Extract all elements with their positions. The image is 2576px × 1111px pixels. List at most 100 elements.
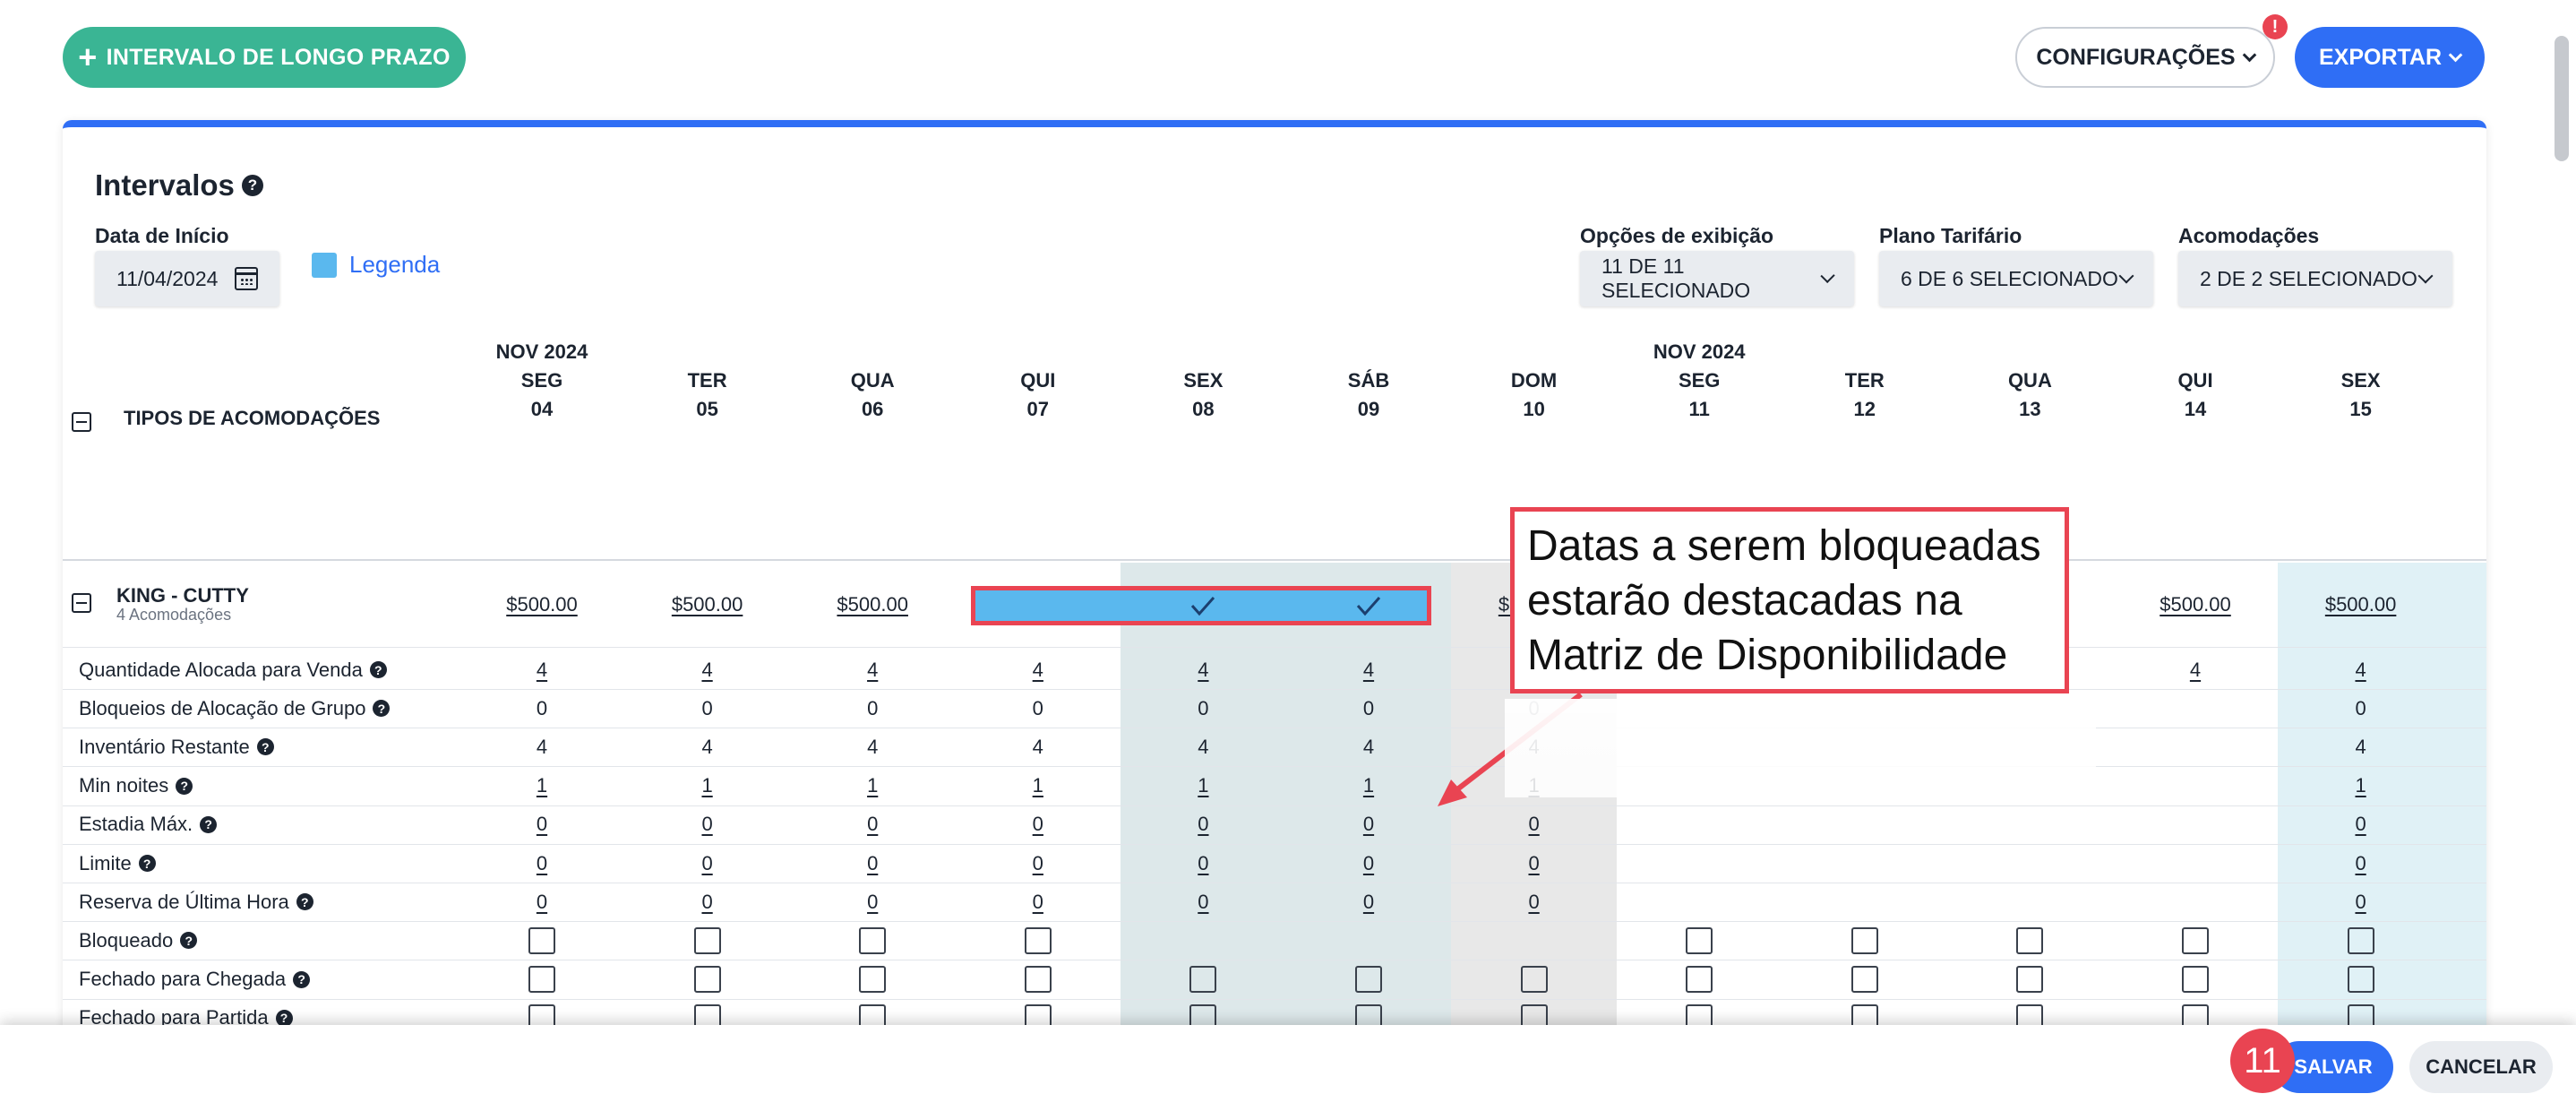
value-cell[interactable]: 0 — [2454, 805, 2486, 844]
help-icon[interactable]: ? — [200, 815, 218, 833]
blocked-checkbox[interactable] — [2016, 926, 2044, 954]
value-cell[interactable]: 0 — [1463, 844, 1606, 883]
value-cell[interactable]: 1 — [801, 767, 944, 805]
help-icon[interactable]: ? — [241, 175, 263, 196]
help-icon[interactable]: ? — [369, 661, 387, 678]
help-icon[interactable]: ? — [176, 777, 193, 795]
start-date-input[interactable]: 11/04/2024 — [95, 251, 279, 306]
collapse-room-icon[interactable] — [72, 593, 91, 613]
value-cell[interactable]: 1 — [2289, 767, 2433, 805]
collapse-all-icon[interactable] — [72, 412, 91, 432]
room-price-cell[interactable]: $500.00 — [2124, 585, 2267, 624]
display-options-select[interactable]: 11 DE 11 SELECIONADO — [1580, 251, 1854, 306]
value-cell[interactable]: 4 — [470, 650, 614, 689]
value-cell[interactable]: 0 — [636, 844, 779, 883]
value-cell[interactable]: 0 — [1297, 883, 1440, 921]
help-icon[interactable]: ? — [256, 738, 274, 756]
blocked-checkbox[interactable] — [2347, 926, 2374, 954]
value-cell[interactable]: 0 — [2289, 805, 2433, 844]
value-cell[interactable]: 4 — [2289, 650, 2433, 689]
value-cell[interactable]: 0 — [801, 844, 944, 883]
closed-arrival-checkbox[interactable] — [1686, 966, 1713, 994]
value-cell[interactable]: 0 — [966, 883, 1110, 921]
value-cell[interactable]: 1 — [470, 767, 614, 805]
rooms-select[interactable]: 2 DE 2 SELECIONADO — [2178, 251, 2452, 306]
room-price-cell[interactable]: $500.00 — [2454, 585, 2486, 624]
room-price-cell[interactable]: $500.00 — [801, 585, 944, 624]
help-icon[interactable]: ? — [275, 1009, 293, 1027]
closed-arrival-checkbox[interactable] — [1520, 966, 1548, 994]
blocked-checkbox[interactable] — [1686, 926, 1713, 954]
closed-arrival-checkbox[interactable] — [528, 966, 555, 994]
closed-arrival-checkbox[interactable] — [1189, 966, 1217, 994]
day-number: 06 — [861, 398, 884, 420]
value-cell[interactable]: 1 — [636, 767, 779, 805]
value-cell[interactable]: 0 — [1463, 805, 1606, 844]
rate-plan-select[interactable]: 6 DE 6 SELECIONADO — [1879, 251, 2153, 306]
value-cell[interactable]: 0 — [1463, 883, 1606, 921]
closed-arrival-checkbox[interactable] — [2016, 966, 2044, 994]
help-icon[interactable]: ? — [296, 893, 313, 911]
value-cell[interactable]: 4 — [1131, 650, 1275, 689]
value-cell[interactable]: 0 — [1297, 805, 1440, 844]
closed-arrival-checkbox[interactable] — [1024, 966, 1052, 994]
legend-link[interactable]: Legenda — [312, 251, 440, 279]
value-cell[interactable]: 4 — [801, 650, 944, 689]
value-cell[interactable]: 4 — [636, 650, 779, 689]
room-price-cell[interactable]: $500.00 — [636, 585, 779, 624]
value-cell[interactable]: 0 — [2454, 844, 2486, 883]
closed-arrival-checkbox[interactable] — [693, 966, 721, 994]
value-cell[interactable]: 0 — [1131, 805, 1275, 844]
value-cell[interactable]: 0 — [636, 883, 779, 921]
help-icon[interactable]: ? — [373, 700, 391, 718]
cell-value: 0 — [1198, 813, 1209, 836]
settings-button[interactable]: CONFIGURAÇÕES — [2015, 27, 2275, 88]
value-cell[interactable]: 1 — [1297, 767, 1440, 805]
value-cell[interactable]: 0 — [1297, 844, 1440, 883]
closed-arrival-checkbox[interactable] — [1355, 966, 1382, 994]
blocked-checkbox[interactable] — [2182, 926, 2209, 954]
page-scrollbar[interactable] — [2555, 36, 2569, 161]
value-cell[interactable]: 0 — [470, 844, 614, 883]
value-cell[interactable]: 4 — [1297, 650, 1440, 689]
value-cell[interactable]: 4 — [2454, 650, 2486, 689]
blocked-checkbox[interactable] — [1850, 926, 1878, 954]
value-cell[interactable]: 1 — [2454, 767, 2486, 805]
blocked-checkbox[interactable] — [693, 926, 721, 954]
add-long-term-interval-button[interactable]: + INTERVALO DE LONGO PRAZO — [63, 27, 466, 88]
value-cell[interactable]: 0 — [2289, 844, 2433, 883]
blocked-checkbox[interactable] — [1024, 926, 1052, 954]
help-icon[interactable]: ? — [180, 932, 198, 950]
room-price-cell[interactable]: $500.00 — [2289, 585, 2433, 624]
export-button[interactable]: EXPORTAR — [2295, 27, 2485, 88]
room-price-cell[interactable]: $500.00 — [470, 585, 614, 624]
value-cell[interactable]: 0 — [966, 844, 1110, 883]
calendar-icon[interactable] — [235, 267, 258, 290]
value-cell[interactable]: 0 — [801, 883, 944, 921]
value-cell[interactable]: 0 — [636, 805, 779, 844]
value-cell[interactable]: 4 — [966, 650, 1110, 689]
value-cell[interactable]: 0 — [966, 805, 1110, 844]
value-cell[interactable]: 0 — [1131, 844, 1275, 883]
cancel-button[interactable]: CANCELAR — [2409, 1041, 2553, 1093]
value-cell[interactable]: 4 — [2124, 650, 2267, 689]
value-cell[interactable]: 0 — [1131, 883, 1275, 921]
display-options-label: Opções de exibição — [1580, 224, 1774, 247]
closed-arrival-checkbox[interactable] — [1850, 966, 1878, 994]
value-cell[interactable]: 0 — [470, 805, 614, 844]
blocked-checkbox[interactable] — [859, 926, 887, 954]
value-cell[interactable]: 0 — [2454, 883, 2486, 921]
blocked-checkbox[interactable] — [528, 926, 555, 954]
value-cell[interactable]: 1 — [966, 767, 1110, 805]
closed-arrival-checkbox[interactable] — [2182, 966, 2209, 994]
help-icon[interactable]: ? — [138, 855, 156, 872]
closed-arrival-checkbox[interactable] — [2347, 966, 2374, 994]
checkbox-cell — [636, 960, 779, 999]
value-cell[interactable]: 0 — [470, 883, 614, 921]
closed-arrival-checkbox[interactable] — [859, 966, 887, 994]
value-cell[interactable]: 0 — [2289, 883, 2433, 921]
value-cell: 4 — [2289, 728, 2433, 766]
value-cell[interactable]: 1 — [1131, 767, 1275, 805]
help-icon[interactable]: ? — [293, 970, 311, 988]
value-cell[interactable]: 0 — [801, 805, 944, 844]
